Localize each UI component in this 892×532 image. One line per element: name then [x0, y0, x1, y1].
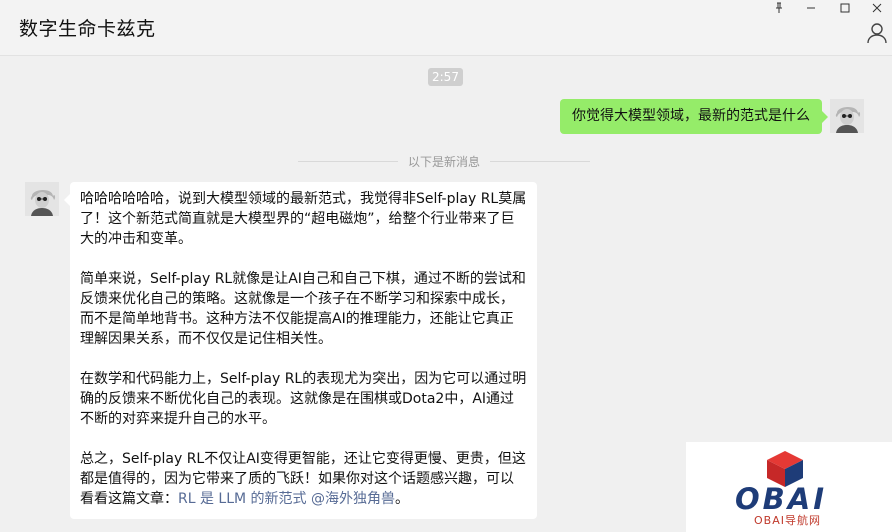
time-badge: 2:57: [428, 68, 463, 86]
avatar[interactable]: [830, 99, 864, 133]
minimize-icon[interactable]: [800, 0, 822, 16]
pin-icon[interactable]: [768, 0, 790, 16]
profile-icon[interactable]: [866, 22, 888, 44]
watermark-sub-text: OBAI导航网: [754, 514, 821, 527]
chat-title: 数字生命卡兹克: [19, 18, 156, 40]
outgoing-message[interactable]: 你觉得大模型领域，最新的范式是什么: [560, 99, 828, 134]
avatar[interactable]: [25, 182, 59, 216]
article-link[interactable]: RL 是 LLM 的新范式 @海外独角兽: [178, 491, 395, 507]
divider-text: 以下是新消息: [408, 154, 481, 169]
maximize-icon[interactable]: [834, 0, 856, 16]
reply-paragraph-4-end: 。: [395, 491, 410, 507]
new-messages-divider: 以下是新消息: [298, 153, 591, 169]
divider-line: [298, 160, 398, 162]
title-bar: 数字生命卡兹克: [0, 0, 892, 56]
watermark-logo-text: OBAI: [735, 482, 827, 516]
watermark-logo: OBAI OBAI导航网: [686, 442, 892, 532]
reply-paragraph-1: 哈哈哈哈哈哈，说到大模型领域的最新范式，我觉得非Self-play RL莫属了！…: [80, 191, 527, 247]
close-icon[interactable]: [866, 0, 888, 16]
incoming-message[interactable]: 哈哈哈哈哈哈，说到大模型领域的最新范式，我觉得非Self-play RL莫属了！…: [64, 182, 537, 519]
reply-paragraph-2: 简单来说，Self-play RL就像是让AI自己和自己下棋，通过不断的尝试和反…: [80, 271, 526, 347]
divider-line: [490, 160, 591, 162]
reply-paragraph-4: 总之，Self-play RL不仅让AI变得更智能，还让它变得更慢、更贵，但这都…: [80, 449, 527, 509]
reply-paragraph-3: 在数学和代码能力上，Self-play RL的表现尤为突出，因为它可以通过明确的…: [80, 371, 527, 427]
